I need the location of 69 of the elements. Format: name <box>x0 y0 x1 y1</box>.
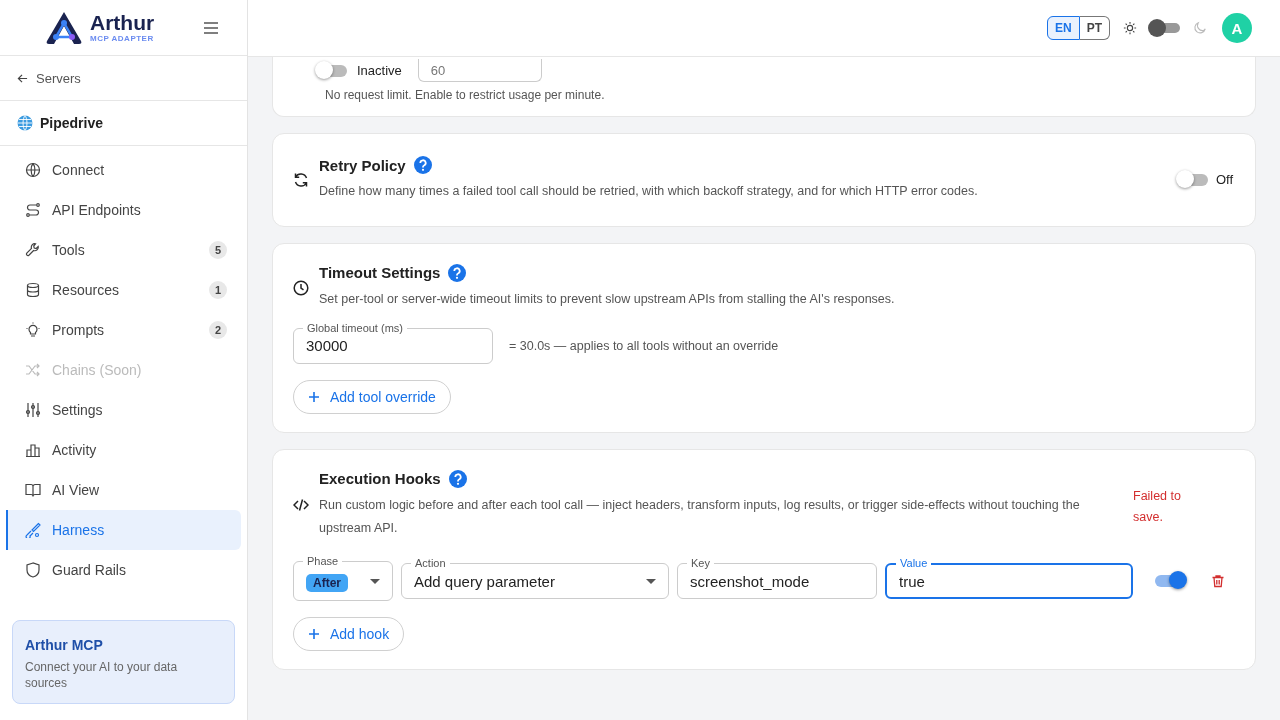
add-override-button[interactable]: Add tool override <box>293 379 451 414</box>
timeout-note: = 30.0s — applies to all tools without an override <box>509 338 779 353</box>
delete-icon[interactable] <box>1211 574 1225 588</box>
back-link[interactable]: Servers <box>0 56 247 101</box>
section-description: Set per-tool or server-wide timeout limits to prevent slow upstream APIs from stalling the AI's responses. <box>319 290 896 308</box>
logo-icon <box>44 10 84 45</box>
shield-icon <box>25 562 41 578</box>
refresh-icon <box>293 171 309 188</box>
section-title: Retry Policy <box>319 156 406 174</box>
sliders-icon <box>25 402 41 418</box>
toggle-state: Off <box>1215 172 1233 188</box>
moon-icon <box>1193 21 1207 35</box>
count-badge: 1 <box>209 281 227 299</box>
promo-title: Arthur MCP <box>25 636 104 653</box>
help-icon[interactable] <box>448 469 467 488</box>
nav-item[interactable]: Prompts 2 <box>6 310 241 350</box>
nav-item[interactable]: Resources 1 <box>6 270 241 310</box>
plus-icon <box>308 390 320 403</box>
nav-item[interactable]: Settings <box>6 390 241 430</box>
route-icon <box>25 202 41 218</box>
menu-icon[interactable] <box>203 21 219 34</box>
rate-limit-hint: No request limit. Enable to restrict usage per minute. <box>325 88 606 102</box>
sun-icon <box>1123 21 1137 35</box>
nav-item[interactable]: Tools 5 <box>6 230 241 270</box>
nav-item[interactable]: API Endpoints <box>6 190 241 230</box>
caret-icon <box>646 578 656 584</box>
section-title: Timeout Settings <box>319 264 441 282</box>
clock-icon <box>293 279 309 296</box>
book-icon <box>25 482 41 498</box>
retry-toggle[interactable] <box>1177 173 1208 186</box>
promo-text: Connect your AI to your data sources <box>25 658 179 691</box>
phase-tag: After <box>306 574 348 592</box>
section-description: Run custom logic before and after each tool call — inject headers, transform inputs, log results, or trigger side-effects without touching the upstream API. <box>319 496 1081 538</box>
plus-icon <box>308 628 320 640</box>
add-hook-button[interactable]: Add hook <box>293 617 405 651</box>
count-badge: 5 <box>209 241 227 259</box>
database-icon <box>25 282 41 298</box>
rate-limit-toggle[interactable] <box>317 64 347 77</box>
nav-item[interactable]: Harness <box>6 510 241 550</box>
help-icon[interactable] <box>413 156 432 174</box>
field-label: Action <box>411 556 450 570</box>
back-arrow-icon <box>17 72 28 84</box>
section-title: Execution Hooks <box>319 470 441 487</box>
field-label: Phase <box>303 554 343 568</box>
globe-icon <box>17 115 33 131</box>
wrench-icon <box>25 242 41 258</box>
server-name: Pipedrive <box>40 115 104 131</box>
field-label: Key <box>687 556 714 570</box>
bulb-icon <box>25 322 41 338</box>
caret-icon <box>370 578 380 584</box>
globe-icon <box>25 162 41 178</box>
brand-tagline: MCP ADAPTER <box>90 35 155 43</box>
language-button[interactable]: EN <box>1047 16 1080 40</box>
brush-icon <box>25 522 41 538</box>
count-badge: 2 <box>209 321 227 339</box>
rate-limit-status: Inactive <box>357 63 402 78</box>
error-message: Failed to save. <box>1133 487 1182 526</box>
section-description: Define how many times a failed tool call should be retried, with which backoff strategy, and for which HTTP error codes. <box>319 183 979 200</box>
nav-item[interactable]: Activity <box>6 430 241 470</box>
shuffle-icon <box>25 362 41 378</box>
nav-item[interactable]: Guard Rails <box>6 550 241 590</box>
field-label: Value <box>896 556 932 570</box>
help-icon[interactable] <box>448 263 467 282</box>
nav-item[interactable]: AI View <box>6 470 241 510</box>
rate-limit-field[interactable]: 60 <box>417 59 542 82</box>
nav-item[interactable]: Connect <box>6 150 241 190</box>
language-button[interactable]: PT <box>1079 16 1110 40</box>
brand-name: Arthur <box>90 12 155 33</box>
bars-icon <box>25 442 41 458</box>
